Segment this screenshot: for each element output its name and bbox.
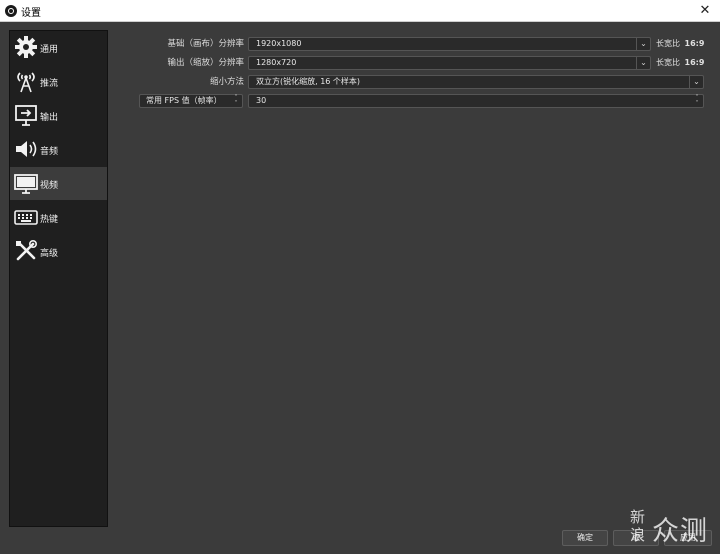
sidebar-item-label: 输出: [40, 113, 59, 123]
fps-value-select[interactable]: 30 ˆˇ: [248, 94, 704, 108]
downscale-filter-value: 双立方(锐化缩放, 16 个样本): [256, 77, 361, 86]
speaker-icon: [16, 141, 37, 157]
sidebar-item-video[interactable]: 视频: [10, 167, 107, 200]
close-button[interactable]: ✕: [690, 0, 720, 22]
sidebar-item-label: 推流: [40, 79, 59, 89]
aspect-ratio-value: 16:9: [684, 39, 705, 48]
tools-icon: [16, 239, 37, 261]
downscale-filter-select[interactable]: 双立方(锐化缩放, 16 个样本) ⌄: [248, 75, 704, 89]
sidebar-item-label: 热键: [40, 215, 59, 225]
watermark-text: 新: [630, 508, 647, 526]
window-title: 设置: [21, 8, 41, 19]
ok-button[interactable]: 确定: [562, 530, 608, 546]
aspect-ratio-value: 16:9: [684, 58, 705, 67]
sidebar-item-output[interactable]: 输出: [10, 99, 107, 132]
chevron-down-icon: ⌄: [636, 38, 650, 50]
title-bar: 设置 ✕: [0, 0, 720, 22]
sidebar-item-label: 通用: [40, 45, 59, 55]
keyboard-icon: [14, 210, 38, 225]
fps-type-value: 常用 FPS 值（帧率）: [146, 96, 222, 105]
fps-value: 30: [256, 96, 267, 105]
base-resolution-label: 基础（画布）分辨率: [167, 39, 244, 49]
sidebar-item-hotkeys[interactable]: 热键: [10, 201, 107, 234]
aspect-ratio-label: 长宽比: [656, 58, 680, 67]
sidebar-item-stream[interactable]: 推流: [10, 65, 107, 98]
monitor-icon: [14, 174, 38, 194]
chevron-down-icon: ⌄: [636, 57, 650, 69]
base-resolution-value: 1920x1080: [256, 39, 302, 48]
obs-logo-icon: [5, 5, 17, 17]
output-aspect-ratio: 长宽比 16:9: [656, 56, 704, 70]
base-resolution-select[interactable]: 1920x1080 ⌄: [248, 37, 651, 51]
downscale-filter-label: 缩小方法: [209, 77, 244, 87]
sidebar-item-audio[interactable]: 音频: [10, 133, 107, 166]
base-aspect-ratio: 长宽比 16:9: [656, 37, 704, 51]
chevron-down-icon: ⌄: [689, 76, 703, 88]
sidebar-item-general[interactable]: 通用: [10, 31, 107, 64]
output-resolution-label: 输出（缩放）分辨率: [167, 58, 244, 68]
cancel-button[interactable]: 取: [613, 530, 659, 546]
sidebar-item-advanced[interactable]: 高级: [10, 235, 107, 268]
sidebar-item-label: 视频: [40, 181, 59, 191]
sidebar-item-label: 音频: [40, 147, 59, 157]
up-down-arrows-icon: ˆˇ: [234, 94, 238, 108]
settings-sidebar: 通用 推流 输出 音频 视频 热键 高级: [9, 30, 108, 527]
up-down-arrows-icon: ˆˇ: [695, 94, 699, 108]
broadcast-antenna-icon: [17, 72, 35, 93]
fps-type-select[interactable]: 常用 FPS 值（帧率） ˆˇ: [139, 94, 243, 108]
output-monitor-icon: [15, 105, 37, 126]
gear-icon: [15, 36, 37, 58]
aspect-ratio-label: 长宽比: [656, 39, 680, 48]
sidebar-item-label: 高级: [40, 249, 59, 259]
output-resolution-select[interactable]: 1280x720 ⌄: [248, 56, 651, 70]
apply-button[interactable]: 应用: [664, 530, 712, 546]
output-resolution-value: 1280x720: [256, 58, 297, 67]
